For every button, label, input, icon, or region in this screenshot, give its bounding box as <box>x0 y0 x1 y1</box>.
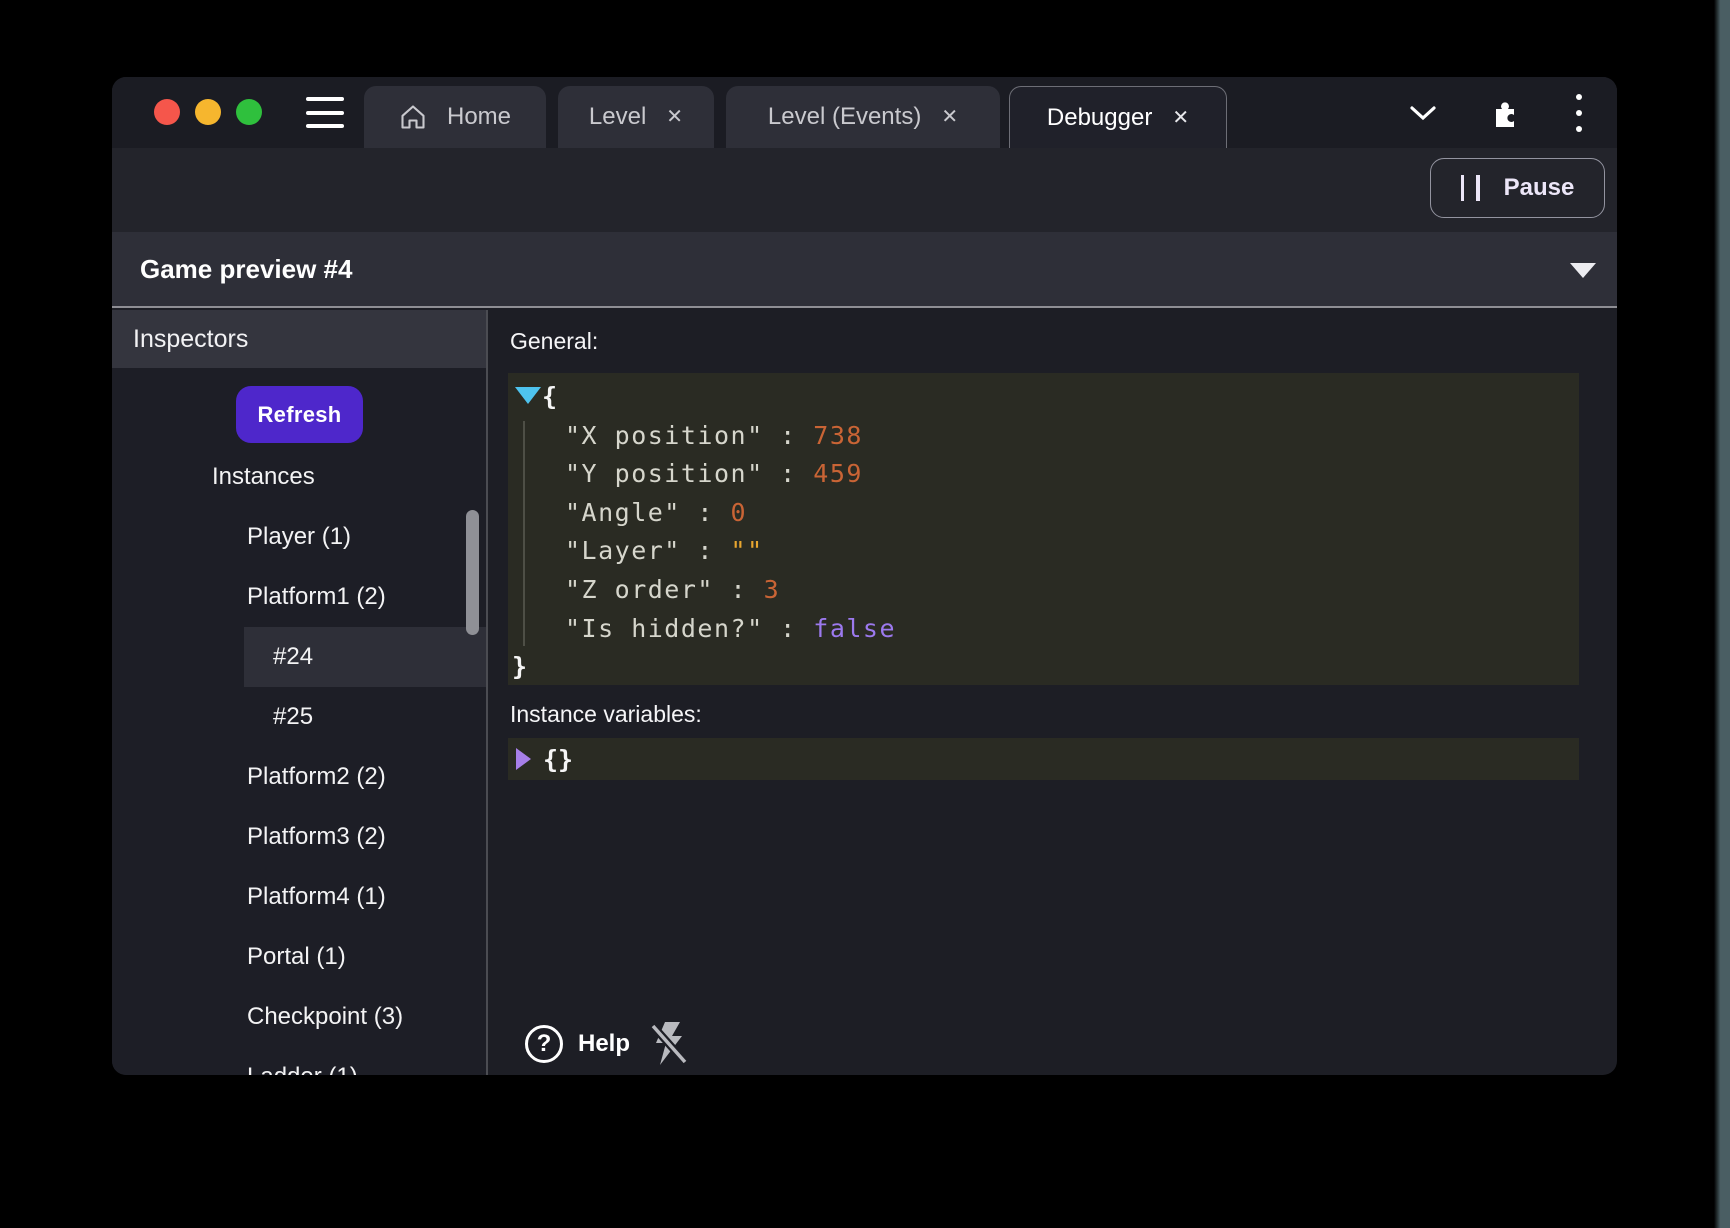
sidebar-item-platform1[interactable]: Platform1 (2) <box>112 567 486 627</box>
flash-off-icon[interactable] <box>648 1020 690 1068</box>
instances-list: Instances Player (1) Platform1 (2) #24 #… <box>112 447 486 1075</box>
collapse-caret-icon[interactable] <box>1570 263 1596 278</box>
pause-icon <box>1461 175 1480 201</box>
sidebar-item-platform3[interactable]: Platform3 (2) <box>112 807 486 867</box>
tab-bar: Home Level ✕ Level (Events) ✕ Debugger ✕ <box>364 86 1227 148</box>
minimize-window-button[interactable] <box>195 99 221 125</box>
tab-label: Debugger <box>1047 104 1152 132</box>
kebab-menu-icon[interactable] <box>1575 94 1583 132</box>
tab-label: Level <box>589 103 646 131</box>
property-key: "Is hidden?" <box>565 614 764 643</box>
property-value[interactable]: "" <box>731 536 764 565</box>
menu-hamburger-icon[interactable] <box>306 97 344 128</box>
tab-label: Level (Events) <box>768 103 921 131</box>
close-tab-icon[interactable]: ✕ <box>941 107 958 127</box>
indent-guide <box>523 421 525 646</box>
property-value[interactable]: 3 <box>764 575 781 604</box>
titlebar-actions <box>1392 77 1617 148</box>
debugger-body: Inspectors Refresh Instances Player (1) … <box>112 310 1617 1075</box>
sidebar-scrollbar[interactable] <box>466 510 479 635</box>
help-label: Help <box>578 1030 630 1058</box>
desktop-background: Home Level ✕ Level (Events) ✕ Debugger ✕ <box>0 0 1730 1228</box>
property-value[interactable]: 0 <box>731 498 748 527</box>
sidebar-item-ladder[interactable]: Ladder (1) <box>112 1047 486 1075</box>
debugger-toolbar: Pause <box>112 148 1617 232</box>
property-key: "Layer" <box>565 536 681 565</box>
sidebar-item-platform2[interactable]: Platform2 (2) <box>112 747 486 807</box>
sidebar-item-checkpoint[interactable]: Checkpoint (3) <box>112 987 486 1047</box>
inspectors-sidebar: Inspectors Refresh Instances Player (1) … <box>112 310 486 1075</box>
sidebar-item-player[interactable]: Player (1) <box>112 507 486 567</box>
question-mark-icon: ? <box>525 1025 563 1063</box>
titlebar: Home Level ✕ Level (Events) ✕ Debugger ✕ <box>112 77 1617 148</box>
tab-home[interactable]: Home <box>364 86 546 148</box>
home-icon <box>399 103 427 131</box>
property-key: "Y position" <box>565 459 764 488</box>
maximize-window-button[interactable] <box>236 99 262 125</box>
extensions-puzzle-icon[interactable] <box>1488 97 1520 129</box>
sidebar-item-instance-25[interactable]: #25 <box>112 687 486 747</box>
close-tab-icon[interactable]: ✕ <box>666 107 683 127</box>
property-value[interactable]: 459 <box>813 459 863 488</box>
pause-button[interactable]: Pause <box>1430 158 1605 218</box>
property-key: "X position" <box>565 421 764 450</box>
inspector-pane: General: { "X position" : 738 "Y positio… <box>488 310 1617 1075</box>
sidebar-item-instance-24[interactable]: #24 <box>244 627 486 687</box>
inspectors-header: Inspectors <box>112 310 486 368</box>
property-key: "Angle" <box>565 498 681 527</box>
inspectors-header-label: Inspectors <box>133 325 248 354</box>
instance-variables-label: Instance variables: <box>510 701 702 728</box>
sidebar-item-platform4[interactable]: Platform4 (1) <box>112 867 486 927</box>
collapse-node-icon[interactable] <box>515 387 541 404</box>
general-json-viewer: { "X position" : 738 "Y position" : 459 … <box>508 373 1579 685</box>
general-label: General: <box>510 328 598 355</box>
tab-debugger[interactable]: Debugger ✕ <box>1009 86 1227 148</box>
property-value[interactable]: false <box>813 614 896 643</box>
refresh-button[interactable]: Refresh <box>236 386 363 443</box>
property-value[interactable]: 738 <box>813 421 863 450</box>
footer-actions: ? Help <box>525 1023 690 1065</box>
close-window-button[interactable] <box>154 99 180 125</box>
sidebar-item-portal[interactable]: Portal (1) <box>112 927 486 987</box>
empty-object-braces: {} <box>543 745 573 774</box>
game-preview-header[interactable]: Game preview #4 <box>112 232 1617 308</box>
open-brace: { <box>542 382 559 411</box>
close-brace: } <box>512 652 529 681</box>
background-edge-glow <box>1714 0 1730 1228</box>
sidebar-item-instances[interactable]: Instances <box>112 447 486 507</box>
app-window: Home Level ✕ Level (Events) ✕ Debugger ✕ <box>112 77 1617 1075</box>
pause-label: Pause <box>1504 174 1575 202</box>
game-preview-title: Game preview #4 <box>140 254 352 285</box>
close-tab-icon[interactable]: ✕ <box>1172 108 1189 128</box>
property-key: "Z order" <box>565 575 714 604</box>
tab-level-events[interactable]: Level (Events) ✕ <box>726 86 1000 148</box>
help-button[interactable]: ? Help <box>525 1025 630 1063</box>
chevron-down-icon[interactable] <box>1408 104 1438 122</box>
tab-level[interactable]: Level ✕ <box>558 86 714 148</box>
instance-variables-json-viewer: {} <box>508 738 1579 780</box>
tab-label: Home <box>447 103 511 131</box>
expand-node-icon[interactable] <box>516 748 531 770</box>
